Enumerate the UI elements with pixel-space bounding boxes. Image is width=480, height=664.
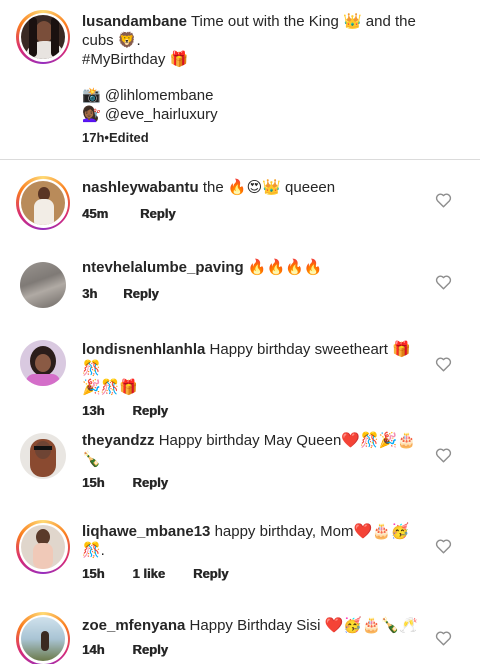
- comment-text: Happy birthday May Queen❤️🎊🎉🎂: [158, 432, 416, 449]
- reply-button[interactable]: Reply: [132, 473, 167, 492]
- comment-username[interactable]: ntevhelalumbe_paving: [82, 259, 244, 276]
- caption-edited: Edited: [108, 130, 149, 145]
- author-avatar[interactable]: [16, 10, 70, 64]
- comment-text: 🔥🔥🔥🔥: [247, 259, 323, 276]
- comment-username[interactable]: theyandzz: [82, 432, 155, 449]
- like-count[interactable]: 1 like: [132, 564, 165, 583]
- comment-username[interactable]: zoe_mfenyana: [82, 617, 185, 634]
- caption-username[interactable]: lusandambane: [82, 13, 187, 30]
- caption-line1: Time out with the King 👑 and the: [190, 13, 416, 30]
- commenter-avatar[interactable]: [16, 258, 70, 312]
- commenter-avatar[interactable]: [16, 520, 70, 574]
- caption-hair-credit[interactable]: 💇🏾‍♀️ @eve_hairluxury: [82, 105, 462, 124]
- caption-text: lusandambane Time out with the King 👑 an…: [82, 12, 462, 147]
- commenter-avatar[interactable]: [16, 429, 70, 483]
- comment-text: the 🔥😍👑 queeen: [202, 179, 336, 196]
- heart-outline-icon[interactable]: [435, 356, 452, 372]
- comment-time: 13h: [82, 403, 105, 418]
- comment-username[interactable]: londisnenhlanhla: [82, 341, 205, 358]
- comment-username[interactable]: liqhawe_mbane13: [82, 523, 210, 540]
- caption-line2: cubs 🦁.: [82, 32, 141, 49]
- reply-button[interactable]: Reply: [140, 204, 175, 223]
- commenter-avatar[interactable]: [16, 612, 70, 664]
- comment-time: 45m: [82, 206, 109, 221]
- comment-time: 3h: [82, 286, 98, 301]
- caption-time: 17h: [82, 130, 105, 145]
- caption-meta: 17h•Edited: [82, 128, 462, 147]
- comment-text: happy birthday, Mom❤️🎂🥳: [214, 523, 410, 540]
- reply-button[interactable]: Reply: [132, 640, 167, 659]
- caption-hashtag[interactable]: #MyBirthday 🎁: [82, 50, 462, 69]
- comment-time: 15h: [82, 566, 105, 581]
- comment-text-cont: 🍾: [82, 451, 101, 468]
- heart-outline-icon[interactable]: [435, 274, 452, 290]
- heart-outline-icon[interactable]: [435, 447, 452, 463]
- commenter-avatar[interactable]: [16, 336, 70, 390]
- heart-outline-icon[interactable]: [435, 538, 452, 554]
- comment-time: 15h: [82, 475, 105, 490]
- comment-time: 14h: [82, 642, 105, 657]
- reply-button[interactable]: Reply: [132, 401, 167, 420]
- heart-outline-icon[interactable]: [435, 192, 452, 208]
- commenter-avatar[interactable]: [16, 176, 70, 230]
- comment-text-cont: 🎉🎊🎁: [82, 379, 139, 396]
- reply-button[interactable]: Reply: [123, 284, 158, 303]
- comment-text-cont: 🎊.: [82, 542, 105, 559]
- comment-text: Happy Birthday Sisi ❤️🥳🎂🍾🥂: [189, 617, 418, 634]
- comment-username[interactable]: nashleywabantu: [82, 179, 199, 196]
- reply-button[interactable]: Reply: [193, 564, 228, 583]
- heart-outline-icon[interactable]: [435, 630, 452, 646]
- post-caption: lusandambane Time out with the King 👑 an…: [0, 0, 480, 160]
- caption-photo-credit[interactable]: 📸 @lihlomembane: [82, 86, 462, 105]
